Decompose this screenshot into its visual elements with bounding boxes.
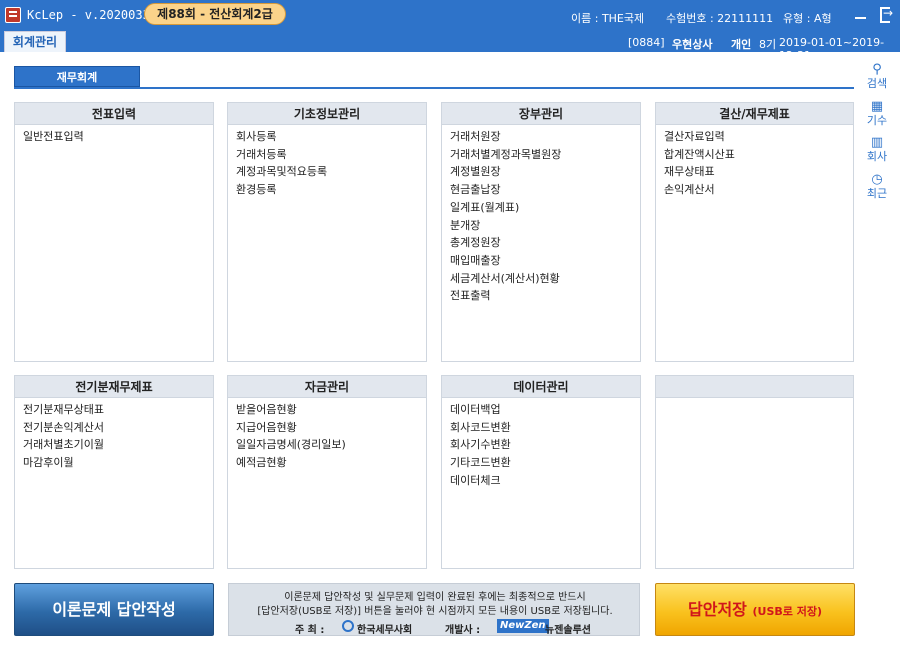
exam-badge: 제88회 - 전산회계2급 <box>144 3 286 25</box>
company-name: 우현상사 <box>672 38 713 51</box>
exam-number: 수험번호 : 22111111 <box>666 12 774 25</box>
panel-closing-statements: 결산/재무제표 결산자료입력 합계잔액시산표 재무상태표 손익계산서 <box>655 102 854 362</box>
menu-item[interactable]: 지급어음현황 <box>236 419 418 437</box>
building-icon: ▥ <box>870 135 884 150</box>
menu-item[interactable]: 일일자금명세(경리일보) <box>236 436 418 454</box>
menu-item[interactable]: 거래처등록 <box>236 146 418 164</box>
sidebar-recent[interactable]: ◷ 최근 <box>862 172 892 201</box>
menu-item[interactable]: 마감후이월 <box>23 454 205 472</box>
panel-title: 자금관리 <box>228 376 426 398</box>
app-title: KcLep - v.20200331 <box>27 8 158 22</box>
host-name: 한국세무사회 <box>357 625 413 636</box>
section-tab-financial-accounting[interactable]: 재무회계 <box>14 66 140 87</box>
fiscal-dates: 2019-01-01~2019-12-31 <box>779 36 885 62</box>
sidebar-label: 기수 <box>866 114 888 127</box>
menu-bar: 회계관리 [0884] 우현상사 개인 8기 2019-01-01~2019-1… <box>0 30 900 62</box>
app-logo-icon <box>5 7 21 23</box>
host-label: 주 최 : <box>295 625 325 636</box>
panel-title: 기초정보관리 <box>228 103 426 125</box>
panel-menu-list: 전기분재무상태표 전기분손익계산서 거래처별초기이월 마감후이월 <box>15 398 213 475</box>
menu-item[interactable]: 일반전표입력 <box>23 128 205 146</box>
menu-item[interactable]: 합계잔액시산표 <box>664 146 845 164</box>
menu-item[interactable]: 회사코드변환 <box>450 419 632 437</box>
notice-line-1: 이론문제 답안작성 및 실무문제 입력이 완료된 후에는 최종적으로 반드시 <box>284 592 586 603</box>
menu-item[interactable]: 환경등록 <box>236 181 418 199</box>
panel-fund-management: 자금관리 받을어음현황 지급어음현황 일일자금명세(경리일보) 예적금현황 <box>227 375 427 569</box>
menu-item[interactable]: 기타코드변환 <box>450 454 632 472</box>
menu-item[interactable]: 거래처원장 <box>450 128 632 146</box>
panel-data-management: 데이터관리 데이터백업 회사코드변환 회사기수변환 기타코드변환 데이터체크 <box>441 375 641 569</box>
sidebar-period[interactable]: ▦ 기수 <box>862 99 892 128</box>
developer-label: 개발사 : <box>445 625 481 636</box>
sidebar-company[interactable]: ▥ 회사 <box>862 135 892 164</box>
panel-menu-list: 일반전표입력 <box>15 125 213 149</box>
sidebar-label: 최근 <box>866 187 888 200</box>
sidebar-label: 회사 <box>866 150 888 163</box>
panel-prior-statements: 전기분재무제표 전기분재무상태표 전기분손익계산서 거래처별초기이월 마감후이월 <box>14 375 214 569</box>
section-divider <box>14 87 854 89</box>
menu-item[interactable]: 계정과목및적요등록 <box>236 163 418 181</box>
menu-item[interactable]: 재무상태표 <box>664 163 845 181</box>
menu-item[interactable]: 결산자료입력 <box>664 128 845 146</box>
panel-basic-info: 기초정보관리 회사등록 거래처등록 계정과목및적요등록 환경등록 <box>227 102 427 362</box>
exit-icon[interactable] <box>878 6 894 23</box>
menu-item[interactable]: 회사등록 <box>236 128 418 146</box>
company-kind: 개인 <box>731 38 752 51</box>
sidebar-label: 검색 <box>866 77 888 90</box>
menu-item[interactable]: 분개장 <box>450 217 632 235</box>
panel-menu-list: 받을어음현황 지급어음현황 일일자금명세(경리일보) 예적금현황 <box>228 398 426 475</box>
panel-empty <box>655 375 854 569</box>
panel-title <box>656 376 853 398</box>
notice-box: 이론문제 답안작성 및 실무문제 입력이 완료된 후에는 최종적으로 반드시 [… <box>228 583 640 636</box>
menu-item[interactable]: 현금출납장 <box>450 181 632 199</box>
save-button-label: 답안저장 <box>688 600 747 619</box>
menu-item[interactable]: 전표출력 <box>450 287 632 305</box>
theory-answer-button[interactable]: 이론문제 답안작성 <box>14 583 214 636</box>
menu-item[interactable]: 전기분손익계산서 <box>23 419 205 437</box>
panel-menu-list: 회사등록 거래처등록 계정과목및적요등록 환경등록 <box>228 125 426 202</box>
panel-title: 장부관리 <box>442 103 640 125</box>
clock-icon: ◷ <box>871 172 883 187</box>
search-icon: ⚲ <box>872 62 882 77</box>
developer-name: 뉴젠솔루션 <box>545 625 591 636</box>
menu-item[interactable]: 거래처별계정과목별원장 <box>450 146 632 164</box>
title-bar: KcLep - v.20200331 제88회 - 전산회계2급 이름 : TH… <box>0 0 900 30</box>
menu-item[interactable]: 회사기수변환 <box>450 436 632 454</box>
panel-title: 전기분재무제표 <box>15 376 213 398</box>
menu-item[interactable]: 받을어음현황 <box>236 401 418 419</box>
fiscal-period: 8기 <box>759 38 777 51</box>
menu-item[interactable]: 일계표(월계표) <box>450 199 632 217</box>
tab-accounting-management[interactable]: 회계관리 <box>4 31 66 52</box>
minimize-icon[interactable] <box>853 6 869 22</box>
menu-item[interactable]: 거래처별초기이월 <box>23 436 205 454</box>
menu-item[interactable]: 데이터백업 <box>450 401 632 419</box>
menu-item[interactable]: 총계정원장 <box>450 234 632 252</box>
menu-item[interactable]: 매입매출장 <box>450 252 632 270</box>
panel-title: 전표입력 <box>15 103 213 125</box>
company-code: [0884] <box>628 36 665 49</box>
panel-ledger: 장부관리 거래처원장 거래처별계정과목별원장 계정별원장 현금출납장 일계표(월… <box>441 102 641 362</box>
menu-item[interactable]: 손익계산서 <box>664 181 845 199</box>
save-answer-button[interactable]: 답안저장 (USB로 저장) <box>655 583 855 636</box>
newzen-logo: NewZen <box>497 619 549 633</box>
panel-menu-list: 거래처원장 거래처별계정과목별원장 계정별원장 현금출납장 일계표(월계표) 분… <box>442 125 640 308</box>
panel-menu-list: 데이터백업 회사코드변환 회사기수변환 기타코드변환 데이터체크 <box>442 398 640 493</box>
notice-line-2: [답안저장(USB로 저장)] 버튼을 눌러야 현 시점까지 모든 내용이 US… <box>257 606 613 617</box>
menu-item[interactable]: 전기분재무상태표 <box>23 401 205 419</box>
menu-item[interactable]: 예적금현황 <box>236 454 418 472</box>
exam-type: 유형 : A형 <box>783 12 832 25</box>
calendar-icon: ▦ <box>870 99 884 114</box>
menu-item[interactable]: 데이터체크 <box>450 472 632 490</box>
panel-title: 데이터관리 <box>442 376 640 398</box>
panel-title: 결산/재무제표 <box>656 103 853 125</box>
save-button-sublabel: (USB로 저장) <box>752 605 822 618</box>
examinee-name: 이름 : THE국제 <box>571 12 645 25</box>
tax-association-logo-icon <box>342 620 354 632</box>
sidebar-search[interactable]: ⚲ 검색 <box>862 62 892 91</box>
menu-item[interactable]: 계정별원장 <box>450 163 632 181</box>
panel-voucher-entry: 전표입력 일반전표입력 <box>14 102 214 362</box>
panel-menu-list: 결산자료입력 합계잔액시산표 재무상태표 손익계산서 <box>656 125 853 202</box>
menu-item[interactable]: 세금계산서(계산서)현황 <box>450 270 632 288</box>
